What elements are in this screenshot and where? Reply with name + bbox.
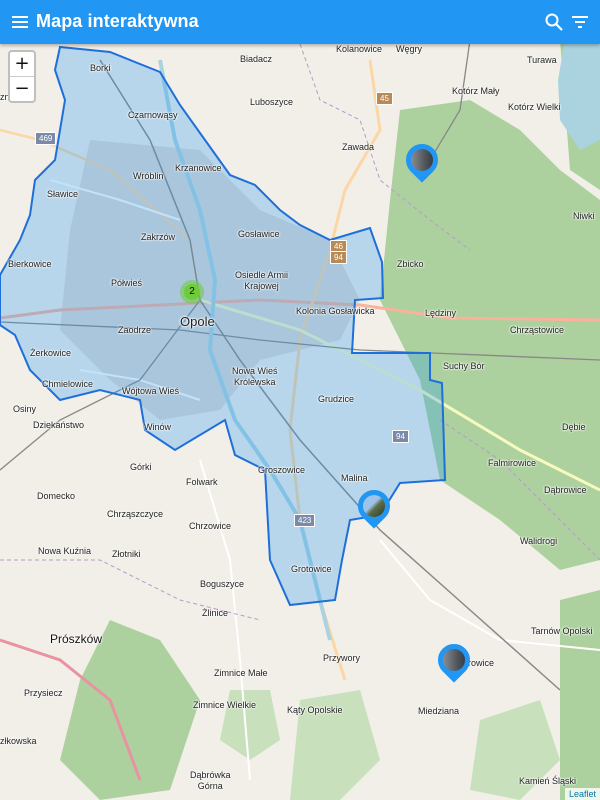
marker-cluster[interactable]: 2 — [180, 280, 204, 304]
place-dabrowka-line1: Dąbrówka — [190, 770, 231, 780]
place-osiedle: Osiedle Armii Krajowej — [235, 270, 288, 292]
place-zbicko: Zbicko — [397, 259, 424, 269]
place-biadacz: Biadacz — [240, 54, 273, 64]
zoom-out-button[interactable]: − — [10, 77, 34, 101]
place-nowa-wies-line2: Królewska — [234, 377, 276, 387]
place-groszowice: Groszowice — [258, 465, 306, 475]
map-attribution[interactable]: Leaflet — [564, 788, 600, 800]
place-rowice: rowice — [468, 658, 495, 668]
place-niwki: Niwki — [573, 211, 595, 221]
place-zimnice-wielkie: Zimnice Wielkie — [193, 700, 257, 710]
place-folwark: Folwark — [186, 477, 218, 487]
road-shield-423: 423 — [294, 514, 316, 527]
place-debie: Dębie — [562, 422, 586, 432]
place-zawada: Zawada — [342, 142, 375, 152]
marker-photo — [438, 644, 470, 676]
place-zakrzow: Zakrzów — [141, 232, 176, 242]
place-osiedle-line2: Krajowej — [244, 281, 279, 291]
place-zlkowska: złkowska — [0, 736, 37, 746]
place-wroblin: Wróblin — [133, 171, 164, 181]
place-krzanowice: Krzanowice — [175, 163, 222, 173]
place-czarnowasy: Czarnowąsy — [128, 110, 178, 120]
place-chrzaszczyce: Chrząszczyce — [107, 509, 164, 519]
place-boguszyce: Boguszyce — [200, 579, 245, 589]
place-nowa-wies: Nowa Wieś Królewska — [232, 366, 278, 388]
place-gorki: Górki — [130, 462, 152, 472]
place-proszkow: Prószków — [50, 632, 103, 646]
place-chrzowice: Chrzowice — [189, 521, 232, 531]
place-dabrowice: Dąbrowice — [544, 485, 587, 495]
place-domecko: Domecko — [37, 491, 76, 501]
zoom-control: + − — [8, 50, 36, 103]
place-dabrowka: Dąbrówka Górna — [190, 770, 231, 792]
place-grotowice: Grotowice — [291, 564, 332, 574]
place-chrzastowice: Chrząstowice — [510, 325, 565, 335]
place-tarnow: Tarnów Opolski — [531, 626, 593, 636]
place-wegry: Węgry — [396, 44, 423, 54]
filter-icon[interactable] — [570, 12, 590, 32]
place-slawice: Sławice — [47, 189, 79, 199]
place-kotorz-maly: Kotórz Mały — [452, 86, 500, 96]
road-shield-94: 94 — [330, 251, 347, 264]
place-zimnice-male: Zimnice Małe — [214, 668, 268, 678]
road-shield-94b: 94 — [392, 430, 409, 443]
place-goslawice: Gosławice — [238, 229, 280, 239]
place-malina: Malina — [341, 473, 368, 483]
zoom-in-button[interactable]: + — [10, 52, 34, 77]
place-falmirowice: Falmirowice — [488, 458, 537, 468]
place-borki: Borki — [90, 63, 111, 73]
place-ledziny: Lędziny — [425, 308, 457, 318]
place-przywory: Przywory — [323, 653, 361, 663]
place-zlotniki: Złotniki — [112, 549, 141, 559]
place-grudzice: Grudzice — [318, 394, 355, 404]
place-opole: Opole — [180, 314, 215, 329]
place-nowa-kuznia: Nowa Kuźnia — [38, 546, 92, 556]
marker-cluster-count: 2 — [184, 284, 200, 300]
place-zerkowice: Żerkowice — [30, 348, 72, 358]
place-chmielowice: Chmielowice — [42, 379, 94, 389]
menu-icon[interactable] — [10, 12, 30, 32]
place-kotorz-wielki: Kotórz Wielki — [508, 102, 561, 112]
road-shield-469: 469 — [35, 132, 57, 145]
place-suchy-bor: Suchy Bór — [443, 361, 485, 371]
marker-photo — [406, 144, 438, 176]
place-osiedle-line1: Osiedle Armii — [235, 270, 289, 280]
app-title: Mapa interaktywna — [36, 11, 199, 31]
search-icon[interactable] — [544, 12, 564, 32]
place-nowa-wies-line1: Nowa Wieś — [232, 366, 278, 376]
place-luboszyce: Luboszyce — [250, 97, 294, 107]
place-dziekanstwo: Dziekaństwo — [33, 420, 85, 430]
place-wojtowa: Wójtowa Wieś — [122, 386, 180, 396]
place-miedziana: Miedziana — [418, 706, 460, 716]
place-przysiecz: Przysiecz — [24, 688, 63, 698]
map-view[interactable]: Opole Prószków Borki Czarnowąsy Wróblin … — [0, 44, 600, 800]
place-kolanowice: Kolanowice — [336, 44, 383, 54]
map-tiles — [0, 44, 600, 800]
place-katy: Kąty Opolskie — [287, 705, 343, 715]
place-walidrogi: Walidrogi — [520, 536, 558, 546]
place-osiny: Osiny — [13, 404, 37, 414]
app-bar: Mapa interaktywna — [0, 0, 600, 44]
place-bierkowice: Bierkowice — [8, 259, 52, 269]
place-winow: Winów — [144, 422, 172, 432]
place-kolonia: Kolonia Gosławicka — [296, 306, 375, 316]
road-shield-45: 45 — [376, 92, 393, 105]
place-zaodrze: Zaodrze — [118, 325, 152, 335]
place-kamien: Kamień Śląski — [519, 776, 577, 786]
place-turawa: Turawa — [527, 55, 557, 65]
place-zlinice: Żlinice — [202, 608, 229, 618]
place-dabrowka-line2: Górna — [197, 781, 223, 791]
marker-photo — [358, 490, 390, 522]
place-polwies: Półwieś — [111, 278, 143, 288]
